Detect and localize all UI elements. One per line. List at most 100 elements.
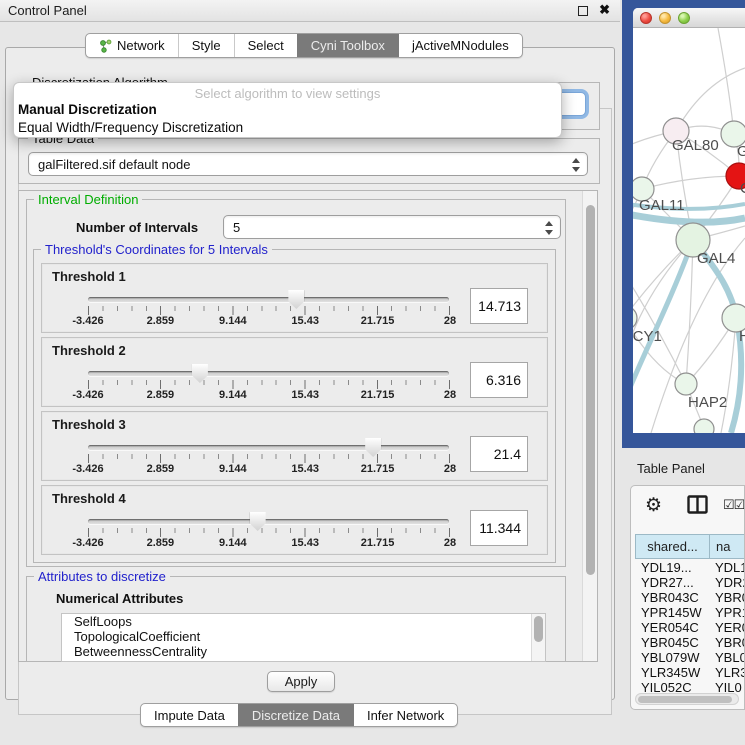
combo-stepper-icon — [544, 220, 553, 236]
numerical-attributes-label: Numerical Attributes — [56, 591, 183, 606]
threshold-4-label: Threshold 4 — [52, 491, 126, 506]
num-intervals-value: 5 — [233, 220, 240, 235]
control-panel: Control Panel ✖ Network Style Select Cyn… — [0, 0, 620, 745]
table-header-row: shared... na — [635, 534, 745, 559]
control-panel-titlebar: Control Panel ✖ — [0, 0, 620, 22]
column-header-name[interactable]: na — [710, 534, 745, 559]
tab-select[interactable]: Select — [234, 34, 297, 57]
table-panel-window: ⚙ ☑☑ shared... na YDL19...YDL1 YDR27...Y… — [630, 485, 745, 710]
tab-impute-data[interactable]: Impute Data — [141, 704, 238, 726]
num-intervals-label: Number of Intervals — [76, 220, 198, 235]
node[interactable] — [694, 419, 714, 433]
svg-text:HAP2: HAP2 — [688, 394, 727, 411]
settings-vertical-scrollbar[interactable] — [582, 191, 597, 661]
num-intervals-combobox[interactable]: 5 — [223, 215, 561, 239]
panel-title: Control Panel — [8, 3, 87, 18]
scrollbar-thumb[interactable] — [586, 205, 595, 575]
svg-text:GAL11: GAL11 — [639, 197, 685, 214]
svg-text:GAL80: GAL80 — [672, 137, 719, 154]
numerical-attributes-list[interactable]: SelfLoops TopologicalCoefficient Between… — [61, 613, 546, 662]
threshold-3-value-field[interactable]: 21.4 — [470, 436, 528, 472]
tab-network[interactable]: Network — [86, 34, 178, 57]
tab-style[interactable]: Style — [178, 34, 234, 57]
close-icon[interactable]: ✖ — [599, 2, 610, 18]
slider-tick-labels: -3.4262.8599.14415.4321.71528 — [88, 463, 450, 476]
network-icon — [99, 39, 112, 53]
table-row[interactable]: YLR345WYLR3 — [635, 665, 745, 680]
table-row[interactable]: YPR145WYPR1 — [635, 605, 745, 620]
network-view-frame: GAL80 GA C GAL11 GAL4 GCY1 H HAP2 — [622, 0, 745, 448]
svg-text:GAL4: GAL4 — [697, 250, 735, 267]
svg-text:H: H — [739, 328, 745, 345]
threshold-3-label: Threshold 3 — [52, 417, 126, 432]
threshold-1-label: Threshold 1 — [52, 269, 126, 284]
tab-discretize-data[interactable]: Discretize Data — [238, 704, 353, 726]
network-canvas[interactable]: GAL80 GA C GAL11 GAL4 GCY1 H HAP2 — [633, 28, 745, 433]
threshold-1-value-field[interactable]: 14.713 — [470, 288, 528, 324]
list-item[interactable]: BetweennessCentrality — [62, 644, 545, 659]
slider-track[interactable] — [88, 297, 449, 302]
threshold-3-box: Threshold 3 -3.4262.8599.14415.4321.7152… — [41, 411, 548, 481]
slider-track[interactable] — [88, 519, 449, 524]
table-row[interactable]: YBL079WYBL0 — [635, 650, 745, 665]
slider-ticks — [88, 454, 450, 463]
threshold-2-value-field[interactable]: 6.316 — [470, 362, 528, 398]
table-data-combobox[interactable]: galFiltered.sif default node — [28, 152, 588, 176]
attributes-group-title: Attributes to discretize — [34, 569, 170, 584]
slider-tick-labels: -3.4262.8599.14415.4321.71528 — [88, 315, 450, 328]
table-row[interactable]: YDL19...YDL1 — [635, 560, 745, 575]
close-traffic-light-icon[interactable] — [640, 12, 652, 24]
select-columns-checkboxes-icon[interactable]: ☑☑ — [723, 497, 744, 513]
svg-text:C: C — [740, 180, 745, 197]
combo-stepper-icon — [571, 157, 580, 173]
thresholds-group-title: Threshold's Coordinates for 5 Intervals — [41, 242, 272, 257]
settings-scroll-area: Interval Definition Number of Intervals … — [18, 190, 598, 662]
slider-ticks — [88, 306, 450, 315]
algorithm-dropdown-popup: Select algorithm to view settings Manual… — [13, 82, 562, 138]
list-item[interactable]: TopologicalCoefficient — [62, 629, 545, 644]
threshold-1-box: Threshold 1 -3.4262.8599.14415.4321.7152… — [41, 263, 548, 333]
slider-track[interactable] — [88, 371, 449, 376]
gear-icon[interactable]: ⚙ — [645, 494, 662, 517]
tab-cyni-toolbox[interactable]: Cyni Toolbox — [297, 34, 398, 57]
apply-button[interactable]: Apply — [267, 671, 335, 692]
table-row[interactable]: YER054CYER0 — [635, 620, 745, 635]
list-item[interactable]: SelfLoops — [62, 614, 545, 629]
scrollbar-thumb[interactable] — [638, 696, 732, 703]
table-data-combobox-value: galFiltered.sif default node — [38, 157, 190, 172]
network-window-titlebar — [633, 8, 745, 28]
tab-infer-network[interactable]: Infer Network — [353, 704, 457, 726]
node-hap2[interactable] — [675, 373, 697, 395]
slider-tick-labels: -3.4262.8599.14415.4321.71528 — [88, 389, 450, 402]
table-panel-title: Table Panel — [637, 461, 705, 476]
columns-icon[interactable] — [687, 495, 708, 514]
slider-track[interactable] — [88, 445, 449, 450]
table-toolbar: ⚙ ☑☑ — [631, 486, 744, 530]
table-horizontal-scrollbar[interactable] — [635, 693, 739, 705]
cyni-mode-tabs: Impute Data Discretize Data Infer Networ… — [140, 703, 458, 727]
slider-tick-labels: -3.4262.8599.14415.4321.71528 — [88, 537, 450, 550]
table-rows: YDL19...YDL1 YDR27...YDR2 YBR043CYBR0 YP… — [635, 560, 745, 695]
slider-ticks — [88, 528, 450, 537]
attributes-list-scrollbar[interactable] — [531, 614, 545, 661]
network-nodes[interactable] — [633, 118, 745, 433]
slider-ticks — [88, 380, 450, 389]
threshold-4-value-field[interactable]: 11.344 — [470, 510, 528, 546]
network-window: GAL80 GA C GAL11 GAL4 GCY1 H HAP2 — [633, 8, 745, 433]
control-panel-tabs: Network Style Select Cyni Toolbox jActiv… — [85, 33, 523, 58]
table-row[interactable]: YBR043CYBR0 — [635, 590, 745, 605]
algorithm-option-equal-width[interactable]: Equal Width/Frequency Discretization — [18, 120, 243, 135]
minimize-traffic-light-icon[interactable] — [659, 12, 671, 24]
algorithm-hint: Select algorithm to view settings — [14, 86, 561, 101]
tab-jactivemnodules[interactable]: jActiveMNodules — [398, 34, 522, 57]
threshold-2-box: Threshold 2 -3.4262.8599.14415.4321.7152… — [41, 337, 548, 407]
scrollbar-thumb[interactable] — [534, 616, 543, 642]
table-row[interactable]: YBR045CYBR0 — [635, 635, 745, 650]
table-row[interactable]: YDR27...YDR2 — [635, 575, 745, 590]
threshold-4-box: Threshold 4 -3.4262.8599.14415.4321.7152… — [41, 485, 548, 555]
algorithm-option-manual[interactable]: Manual Discretization — [18, 102, 157, 117]
interval-definition-title: Interval Definition — [34, 192, 142, 207]
float-window-icon[interactable] — [578, 6, 588, 16]
zoom-traffic-light-icon[interactable] — [678, 12, 690, 24]
column-header-shared-name[interactable]: shared... — [635, 534, 710, 559]
